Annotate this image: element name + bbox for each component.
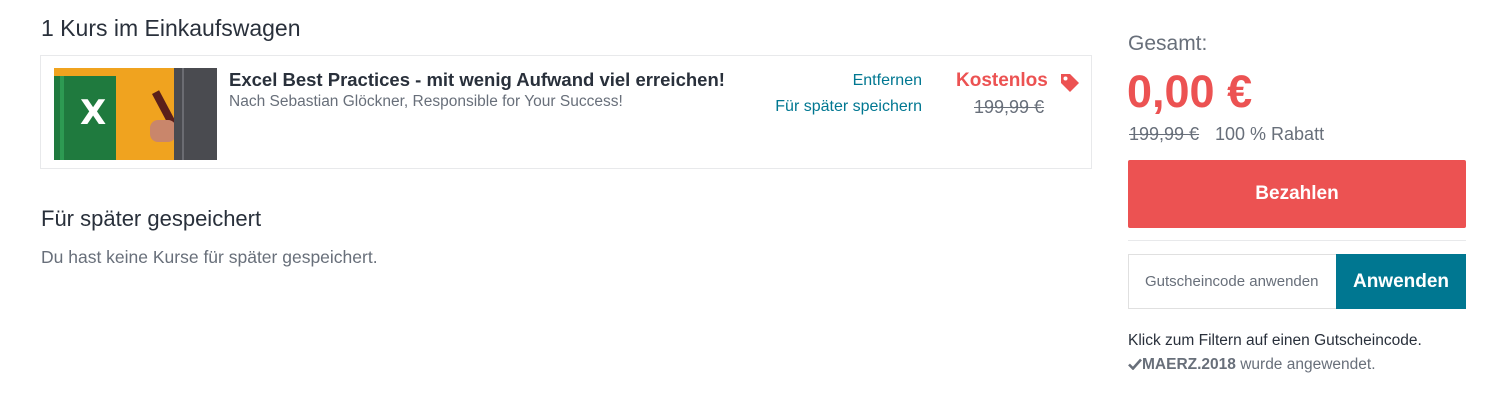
price-tag-icon <box>1059 72 1081 94</box>
course-title-link[interactable]: Excel Best Practices - mit wenig Aufwand… <box>229 69 725 91</box>
course-thumbnail[interactable]: X <box>54 68 217 160</box>
apply-coupon-button[interactable]: Anwenden <box>1336 254 1466 309</box>
course-original-price: 199,99 € <box>974 97 1045 117</box>
total-price: 0,00 € <box>1127 66 1253 117</box>
remove-button[interactable]: Entfernen <box>853 72 922 90</box>
applied-coupon-code[interactable]: MAERZ.2018 <box>1142 356 1236 373</box>
saved-for-later-empty-message: Du hast keine Kurse für später gespeiche… <box>41 247 378 267</box>
checkmark-icon <box>1128 357 1142 371</box>
cart-heading: 1 Kurs im Einkaufswagen <box>41 15 301 41</box>
save-for-later-button[interactable]: Für später speichern <box>775 98 922 116</box>
course-price: Kostenlos <box>956 70 1048 91</box>
cart-course-card: X Excel Best Practices - mit wenig Aufwa… <box>40 55 1092 169</box>
divider <box>1128 240 1466 241</box>
course-author: Nach Sebastian Glöckner, Responsible for… <box>229 93 623 110</box>
discount-percent: 100 % Rabatt <box>1215 124 1325 144</box>
checkout-button[interactable]: Bezahlen <box>1128 160 1466 228</box>
coupon-hint: Klick zum Filtern auf einen Gutscheincod… <box>1128 332 1422 349</box>
coupon-applied-text: wurde angewendet. <box>1235 356 1376 373</box>
saved-for-later-heading: Für später gespeichert <box>41 206 262 231</box>
coupon-applied-status: MAERZ.2018 wurde angewendet. <box>1128 356 1376 374</box>
total-original-price: 199,99 € <box>1129 124 1200 144</box>
hand-graphic <box>150 120 176 142</box>
coupon-input[interactable] <box>1128 254 1336 309</box>
excel-x-icon: X <box>80 93 107 133</box>
suit-graphic <box>174 68 217 160</box>
total-label: Gesamt: <box>1128 32 1208 55</box>
